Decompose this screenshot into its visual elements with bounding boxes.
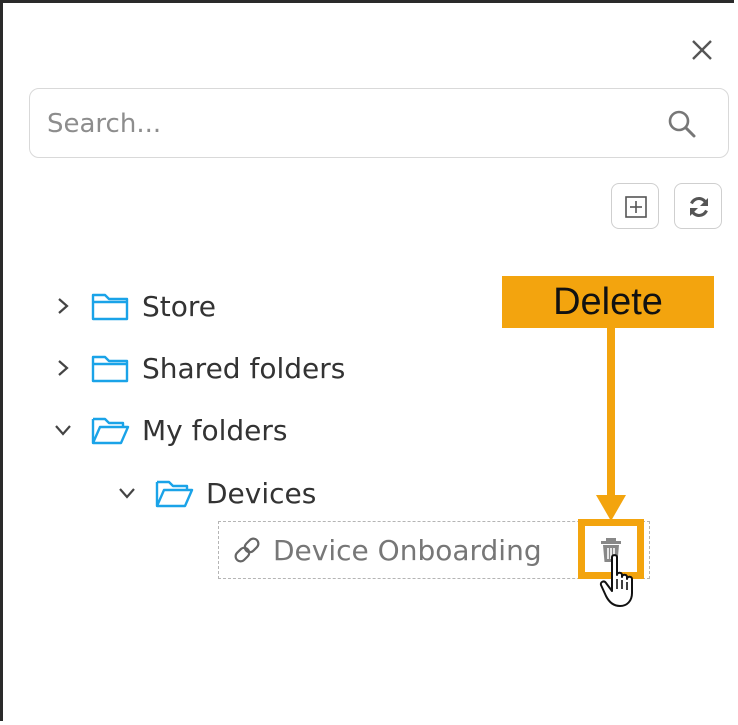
folder-icon (91, 355, 129, 383)
tree-item-label: Shared folders (142, 351, 346, 385)
callout-arrow-line (607, 328, 615, 498)
refresh-icon (690, 197, 708, 217)
tree-item-label: Devices (206, 476, 317, 510)
close-icon (692, 40, 712, 60)
close-button[interactable] (687, 35, 717, 65)
link-icon (234, 537, 260, 563)
tree-item-shared-folders[interactable]: Shared folders (50, 343, 345, 393)
chevron-right-icon[interactable] (50, 293, 76, 319)
chevron-down-icon[interactable] (50, 417, 76, 443)
search-box (29, 88, 729, 159)
callout-arrow-head (596, 495, 626, 521)
tree-item-label: Device Onboarding (273, 533, 542, 567)
chevron-down-icon[interactable] (114, 480, 140, 506)
folder-open-icon (155, 480, 194, 508)
folder-open-icon (91, 417, 130, 445)
tree-item-label: My folders (142, 413, 288, 447)
delete-callout: Delete (502, 276, 714, 328)
callout-label: Delete (553, 280, 663, 323)
tree-item-devices[interactable]: Devices (114, 468, 316, 518)
tree-item-my-folders[interactable]: My folders (50, 405, 288, 455)
chevron-right-icon[interactable] (50, 355, 76, 381)
add-folder-button[interactable] (611, 183, 659, 229)
refresh-button[interactable] (674, 183, 722, 229)
hand-cursor-icon (599, 554, 633, 607)
search-icon[interactable] (666, 108, 698, 140)
add-square-icon (625, 196, 647, 218)
folder-icon (91, 293, 129, 321)
search-input[interactable] (45, 89, 649, 159)
tree-item-label: Store (142, 289, 217, 323)
tree-item-store[interactable]: Store (50, 281, 216, 331)
